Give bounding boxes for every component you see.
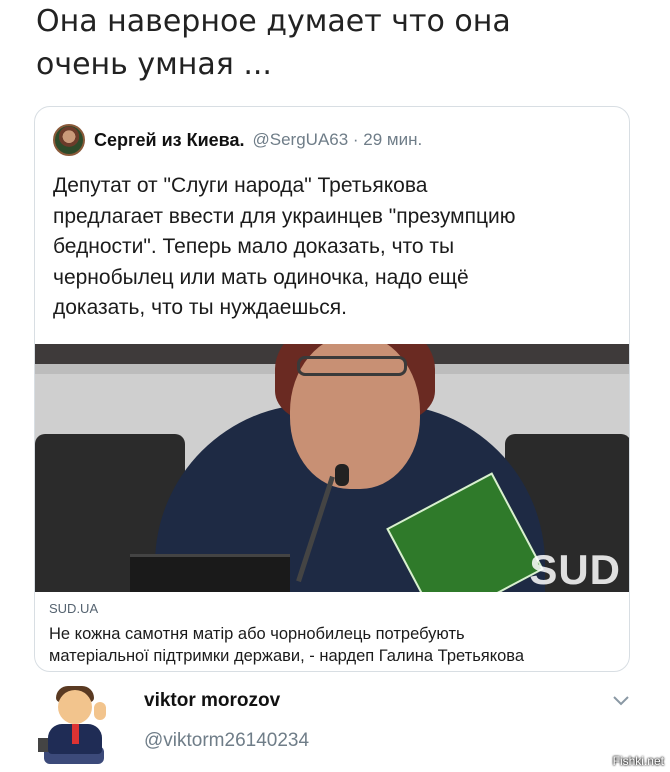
tweet-photo[interactable]: SUD bbox=[35, 344, 629, 592]
reply-user-name[interactable]: viktor morozov bbox=[144, 690, 280, 712]
tweet-header: Сергей из Киева. @SergUA63 · 29 мин. bbox=[53, 123, 422, 157]
site-watermark: Fishki.net bbox=[612, 754, 664, 768]
chevron-down-icon[interactable] bbox=[613, 690, 629, 711]
author-handle-time: @SergUA63 · 29 мин. bbox=[252, 130, 423, 149]
link-source: SUD.UA bbox=[49, 601, 99, 616]
glasses bbox=[297, 356, 407, 376]
author-avatar[interactable] bbox=[53, 124, 85, 156]
link-title[interactable]: Не кожна самотня матір або чорнобилець п… bbox=[49, 623, 629, 667]
microphone-icon bbox=[335, 464, 349, 486]
reply-avatar[interactable] bbox=[36, 686, 116, 766]
post-caption: Она наверное думает что она очень умная … bbox=[36, 4, 511, 82]
reply-user-row[interactable]: viktor morozov @viktorm26140234 bbox=[36, 686, 636, 766]
photo-watermark: SUD bbox=[529, 546, 621, 592]
tweet-card[interactable]: Сергей из Киева. @SergUA63 · 29 мин. Деп… bbox=[34, 106, 630, 672]
author-name[interactable]: Сергей из Киева. bbox=[94, 130, 245, 151]
tweet-text: Депутат от "Слуги народа" Третьякова пре… bbox=[53, 174, 516, 319]
nameplate bbox=[130, 554, 290, 592]
reply-user-handle: @viktorm26140234 bbox=[144, 730, 310, 751]
